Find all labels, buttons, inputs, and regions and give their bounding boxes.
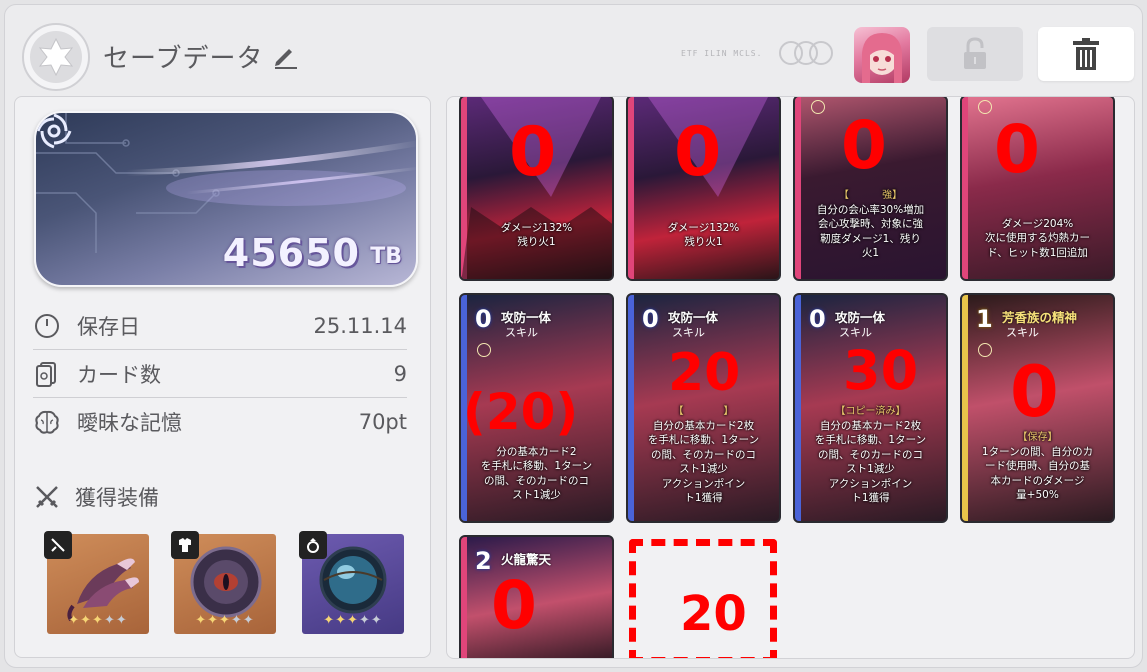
equipment-ring[interactable]: ✦✦✦✦✦ [299,531,404,634]
brain-icon [35,410,59,434]
equipment-stars: ✦✦✦✦✦ [68,613,128,628]
summary-banner: 45650 TB [34,111,418,287]
armor-slot-badge [171,531,199,559]
handwritten-mark: 30 [843,339,919,402]
crossed-swords-icon [36,486,58,508]
save-summary-panel: 45650 TB 保存日 25.11.14 カード数 9 曖昧な記憶 70pt [14,96,431,658]
card-tag: 【コピー済み】 [835,406,906,417]
equipment-label: 獲得装備 [75,486,159,510]
character-avatar[interactable] [854,27,910,83]
card-1[interactable]: 0 ダメージ132% 残り火1 [459,97,614,281]
card-description: 1ターンの間、自分のカ ード使用時、自分の基 本カードのダメージ 量+50% [981,446,1094,502]
target-icon [978,100,992,114]
handwritten-mark: (20) [463,383,579,441]
clock-icon [35,313,59,338]
card-grid-panel: 0 ダメージ132% 残り火1 0 ダメージ132% 残り火1 0 【 強】 自分の… [446,96,1135,659]
target-icon [978,343,992,357]
target-icon [811,100,825,114]
stat-row-save-date: 保存日 25.11.14 [33,302,407,350]
summary-value: 45650 [222,231,360,275]
card-5[interactable]: 0 攻防一体 スキル (20) 分の基本カード2 を手札に移動、1ターン の間、その… [459,293,614,523]
card-cost: 1 [976,305,993,333]
ring-slot-badge [299,531,327,559]
stat-value: 70pt [358,410,407,434]
unlock-icon [964,37,986,69]
delete-button[interactable] [1038,27,1134,81]
card-4[interactable]: 0 ダメージ204% 次に使用する灼熱カー ド、ヒット数1回追加 [960,97,1115,281]
card-6[interactable]: 0 攻防一体 スキル 20 【 】 自分の基本カード2枚 を手札に移動、1ターンの… [626,293,781,523]
handwritten-mark: 0 [994,111,1040,188]
card-type: スキル [672,326,705,339]
card-tag: 【 】 [673,406,734,417]
card-cost: 0 [475,305,492,333]
empty-card-slot[interactable]: 20 [629,539,777,658]
handwritten-mark: 20 [668,343,741,403]
card-description: 自分の基本カード2枚 を手札に移動、1ターン の間、そのカードのコ スト1減少 アクショ… [647,420,760,505]
card-tag: 【保存】 [1017,432,1058,443]
equipment-stars: ✦✦✦✦✦ [323,613,383,628]
equipment-armor[interactable]: ✦✦✦✦✦ [171,531,276,634]
stat-value: 25.11.14 [313,313,407,338]
card-cost: 2 [475,547,492,575]
card-name: 火龍驚天 [501,552,552,567]
edit-title-icon[interactable] [271,42,299,70]
lock-button[interactable] [927,27,1023,81]
faint-caption: ETF ILIN MCLS. [681,49,763,58]
card-cost: 0 [642,305,659,333]
stat-row-memory: 曖昧な記憶 70pt [33,398,407,446]
card-2[interactable]: 0 ダメージ132% 残り火1 [626,97,781,281]
stat-value: 9 [393,361,407,386]
emblem-icon [22,23,90,91]
handwritten-mark: 20 [680,586,747,642]
card-cost: 0 [809,305,826,333]
rings-icon [779,41,833,65]
weapon-slot-badge [44,531,72,559]
equipment-header: 獲得装備 [33,482,159,512]
card-type: スキル [839,326,872,339]
card-type: スキル [505,326,538,339]
handwritten-mark: 0 [1010,351,1059,433]
trash-icon [1073,38,1099,70]
stat-label: 保存日 [77,314,140,339]
card-tag: 【 強】 [838,190,903,201]
card-description: ダメージ132% 残り火1 [500,222,573,249]
card-9[interactable]: 2 火龍驚天 0 [459,535,614,658]
stat-label: 曖昧な記憶 [77,411,182,435]
target-icon [477,343,491,357]
equipment-weapon[interactable]: ✦✦✦✦✦ [44,531,149,634]
card-description: 分の基本カード2 を手札に移動、1ターン の間、そのカードのコ スト1減少 [480,446,593,502]
card-description: 自分の会心率30%増加 会心攻撃時、対象に強 靭度ダメージ1、残り 火1 [816,204,925,260]
card-8[interactable]: 1 芳香族の精神 スキル 0 【保存】 1ターンの間、自分のカ ード使用時、自分の… [960,293,1115,523]
equipment-stars: ✦✦✦✦✦ [195,613,255,628]
card-description: ダメージ204% 次に使用する灼熱カー ド、ヒット数1回追加 [985,218,1090,259]
vortex-icon [36,113,72,149]
card-type: スキル [1006,326,1039,339]
summary-unit: TB [370,244,402,269]
handwritten-mark: 0 [491,567,537,644]
stat-label: カード数 [77,362,161,387]
page-title: セーブデータ [103,44,264,74]
card-3[interactable]: 0 【 強】 自分の会心率30%増加 会心攻撃時、対象に強 靭度ダメージ1、残り 火1 [793,97,948,281]
card-7[interactable]: 0 攻防一体 スキル 30 【コピー済み】 自分の基本カード2枚 を手札に移動、1… [793,293,948,523]
card-description: 自分の基本カード2枚 を手札に移動、1ターン の間、そのカードのコ スト1減少 アクショ… [814,420,927,505]
handwritten-mark: 0 [841,107,887,184]
card-icon [36,361,56,387]
card-description: ダメージ132% 残り火1 [667,222,740,249]
stat-row-card-count: カード数 9 [33,350,407,398]
